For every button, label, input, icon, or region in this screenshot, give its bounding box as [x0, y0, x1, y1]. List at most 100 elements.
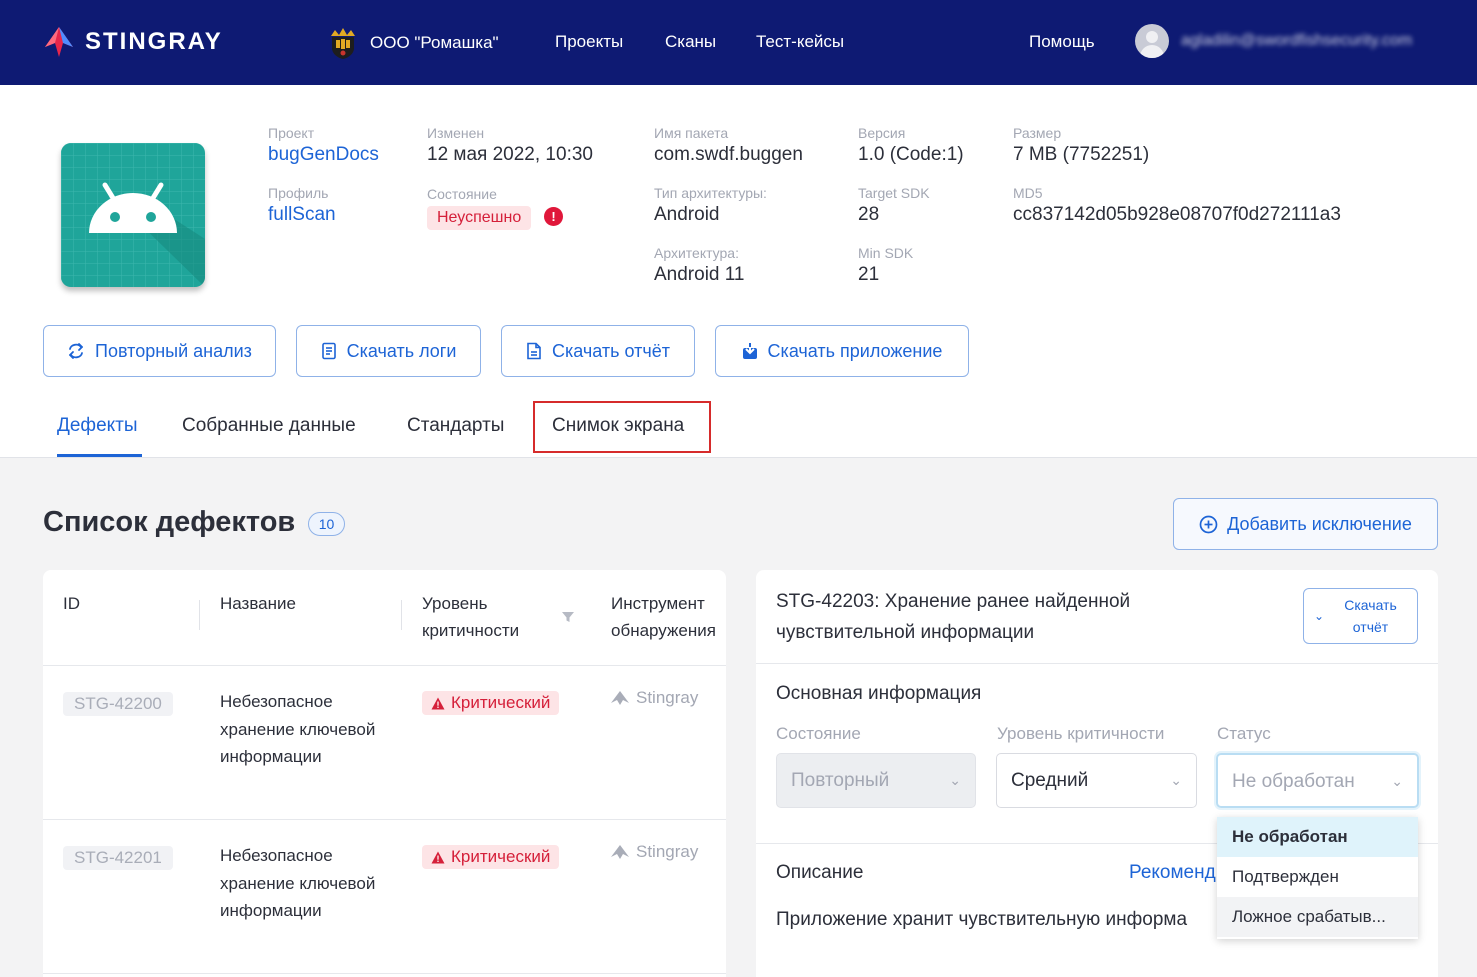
organization-name: ООО "Ромашка"	[370, 33, 499, 52]
detection-tool-label: Stingray	[636, 688, 699, 707]
column-header-id[interactable]: ID	[63, 590, 80, 617]
top-navigation-bar: STINGRAY ООО "Ромашка" Проекты Сканы Тес…	[0, 0, 1477, 85]
version-value: 1.0 (Code:1)	[858, 144, 964, 165]
filter-icon[interactable]	[561, 610, 575, 624]
detail-download-report-label: Скачать отчёт	[1344, 597, 1397, 635]
user-email: agladilin@swordfishsecurity.com	[1181, 32, 1413, 49]
reanalyze-label: Повторный анализ	[95, 340, 252, 361]
download-logs-button[interactable]: Скачать логи	[296, 325, 481, 377]
changed-label: Изменен	[427, 125, 485, 141]
md5-value: cc837142d05b928e08707f0d272111a3	[1013, 204, 1341, 225]
add-exception-label: Добавить исключение	[1227, 513, 1412, 534]
column-header-name[interactable]: Название	[220, 590, 296, 617]
md5-label: MD5	[1013, 185, 1043, 201]
size-value: 7 MB (7752251)	[1013, 144, 1150, 165]
download-app-button[interactable]: Скачать приложение	[715, 325, 969, 377]
package-value: com.swdf.buggen	[654, 144, 803, 165]
project-label: Проект	[268, 125, 315, 141]
scan-header: Проект bugGenDocs Профиль fullScan Измен…	[0, 85, 1477, 458]
tab-defects[interactable]: Дефекты	[57, 415, 138, 437]
severity-badge: Критический	[422, 691, 560, 715]
status-option-confirmed[interactable]: Подтвержден	[1217, 857, 1418, 897]
add-exception-button[interactable]: Добавить исключение	[1173, 498, 1438, 550]
stingray-tool-icon	[611, 845, 629, 859]
nav-link-projects[interactable]: Проекты	[555, 32, 623, 52]
profile-label: Профиль	[268, 185, 329, 201]
status-select[interactable]: Не обработан ⌄	[1216, 753, 1419, 808]
download-report-label: Скачать отчёт	[552, 340, 670, 361]
severity-badge: Критический	[422, 845, 560, 869]
row-divider	[43, 819, 726, 820]
target-sdk-label: Target SDK	[858, 185, 930, 201]
download-logs-label: Скачать логи	[346, 340, 457, 361]
column-divider[interactable]	[199, 600, 200, 630]
section-divider	[756, 663, 1438, 664]
tab-standards[interactable]: Стандарты	[407, 415, 504, 437]
recommendations-link[interactable]: Рекоменд	[1129, 862, 1216, 884]
defects-table: ID Название Уровень критичности Инструме…	[43, 570, 726, 977]
avatar	[1135, 24, 1169, 58]
nav-link-help[interactable]: Помощь	[1029, 32, 1095, 52]
detail-download-report-button[interactable]: ⌄ Скачать отчёт	[1303, 588, 1418, 644]
column-header-severity[interactable]: Уровень критичности	[422, 590, 542, 644]
package-label: Имя пакета	[654, 125, 729, 141]
tab-collected-data[interactable]: Собранные данные	[182, 415, 356, 437]
state-select: Повторный ⌄	[776, 753, 976, 808]
state-select-value: Повторный	[791, 770, 890, 791]
detection-tool-label: Stingray	[636, 842, 699, 861]
severity-label: Критический	[451, 693, 551, 712]
defect-name: Небезопасное хранение ключевой информаци…	[220, 692, 376, 766]
state-field-label: Состояние	[776, 724, 861, 743]
active-tab-indicator	[57, 454, 142, 457]
defect-id-chip[interactable]: STG-42200	[63, 692, 173, 716]
user-menu[interactable]: agladilin@swordfishsecurity.com	[1135, 24, 1412, 58]
severity-select-value: Средний	[1011, 770, 1089, 791]
status-option-false-positive[interactable]: Ложное срабатыв...	[1217, 897, 1418, 937]
nav-link-scans[interactable]: Сканы	[665, 32, 716, 52]
alert-icon[interactable]: !	[544, 207, 563, 226]
defect-name: Небезопасное хранение ключевой информаци…	[220, 846, 376, 920]
min-sdk-value: 21	[858, 264, 880, 285]
chevron-down-icon: ⌄	[949, 772, 961, 788]
stingray-logo[interactable]: STINGRAY	[43, 25, 223, 59]
download-app-label: Скачать приложение	[767, 340, 943, 361]
profile-link[interactable]: fullScan	[268, 204, 336, 226]
nav-link-test-cases[interactable]: Тест-кейсы	[756, 32, 844, 52]
log-file-icon	[321, 342, 336, 360]
severity-label: Критический	[451, 847, 551, 866]
android-app-icon	[61, 143, 205, 287]
defects-list-title: Список дефектов	[43, 506, 296, 538]
row-divider	[43, 665, 726, 666]
warning-triangle-icon	[431, 851, 445, 863]
warning-triangle-icon	[431, 697, 445, 709]
state-badge: Неуспешно	[427, 206, 532, 230]
reanalyze-button[interactable]: Повторный анализ	[43, 325, 276, 377]
column-divider[interactable]	[401, 600, 402, 630]
severity-select[interactable]: Средний ⌄	[996, 753, 1197, 808]
description-text: Приложение хранит чувствительную информа	[776, 909, 1188, 930]
detection-tool: Stingray	[610, 842, 698, 862]
status-option-not-processed[interactable]: Не обработан	[1217, 817, 1418, 857]
description-heading: Описание	[776, 862, 864, 883]
download-report-button[interactable]: Скачать отчёт	[501, 325, 695, 377]
state-label: Состояние	[427, 186, 497, 202]
stingray-logo-icon	[45, 27, 73, 57]
severity-field-label: Уровень критичности	[997, 724, 1165, 743]
project-link[interactable]: bugGenDocs	[268, 144, 379, 166]
arch-value: Android 11	[654, 264, 745, 285]
defect-id-chip[interactable]: STG-42201	[63, 846, 173, 870]
organization-selector[interactable]: ООО "Ромашка"	[328, 26, 499, 60]
detection-tool: Stingray	[610, 688, 698, 708]
target-sdk-value: 28	[858, 204, 880, 225]
version-label: Версия	[858, 125, 906, 141]
column-header-tool[interactable]: Инструмент обнаружения	[611, 590, 726, 644]
status-dropdown-menu: Не обработан Подтвержден Ложное срабатыв…	[1217, 817, 1418, 939]
stingray-tool-icon	[611, 691, 629, 705]
arch-type-value: Android	[654, 204, 720, 225]
tab-screenshot[interactable]: Снимок экрана	[552, 415, 684, 437]
android-icon	[61, 143, 205, 287]
defect-detail-title: STG-42203: Хранение ранее найденной чувс…	[776, 591, 1131, 643]
arch-label: Архитектура:	[654, 245, 739, 261]
row-divider	[43, 973, 726, 974]
min-sdk-label: Min SDK	[858, 245, 914, 261]
